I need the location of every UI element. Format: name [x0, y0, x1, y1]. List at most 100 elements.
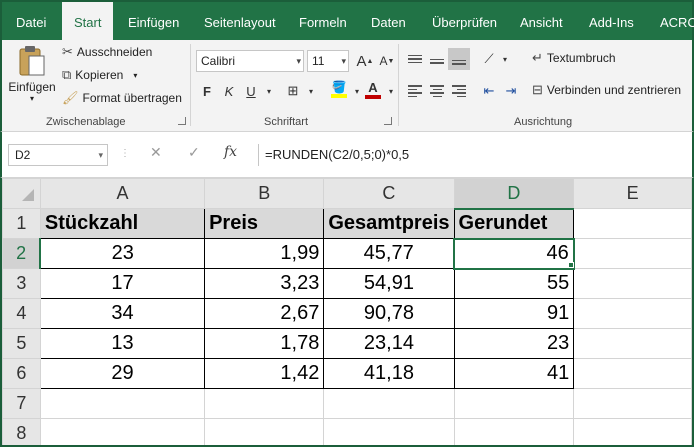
cell-d8[interactable] — [453, 418, 575, 445]
cell-b7[interactable] — [204, 388, 325, 419]
tab-add-ins[interactable]: Add-Ins — [589, 2, 634, 42]
cell-d2[interactable]: 46 — [453, 237, 575, 270]
cell-a5[interactable]: 13 — [39, 328, 206, 359]
cell-d3[interactable]: 55 — [453, 268, 575, 299]
tab-acro[interactable]: ACRO — [660, 2, 694, 42]
insert-function-icon[interactable]: fx — [224, 144, 237, 160]
font-group-label: Schriftart — [264, 116, 309, 128]
cell-d5[interactable]: 23 — [453, 328, 575, 359]
cell-d6[interactable]: 41 — [453, 358, 575, 389]
cell-e6[interactable] — [573, 358, 692, 389]
cell-c6[interactable]: 41,18 — [323, 358, 455, 389]
cell-e4[interactable] — [573, 298, 692, 329]
grow-font-icon[interactable]: A ▲ — [354, 50, 376, 72]
font-name-combo[interactable]: Calibri ▾ — [196, 50, 304, 72]
cell-b8[interactable] — [204, 418, 325, 445]
name-box[interactable]: D2 ▾ — [8, 144, 108, 166]
align-center-icon[interactable] — [426, 80, 448, 102]
tab-ansicht[interactable]: Ansicht — [520, 2, 563, 42]
shrink-font-icon[interactable]: A ▼ — [376, 50, 398, 72]
italic-button[interactable]: K — [218, 80, 240, 102]
column-header-c[interactable]: C — [323, 178, 455, 209]
cell-a3[interactable]: 17 — [39, 268, 206, 299]
row-header-4[interactable]: 4 — [2, 298, 41, 329]
cell-d1[interactable]: Gerundet — [453, 208, 575, 239]
separator — [190, 44, 191, 126]
cell-e8[interactable] — [573, 418, 692, 445]
align-middle-icon[interactable] — [426, 50, 448, 72]
cancel-icon[interactable]: ✕ — [150, 144, 162, 161]
tab-start[interactable]: Start — [62, 2, 114, 42]
column-header-e[interactable]: E — [573, 178, 692, 209]
cell-e1[interactable] — [573, 208, 692, 239]
row-header-6[interactable]: 6 — [2, 358, 41, 389]
enter-icon[interactable]: ✓ — [188, 144, 200, 161]
copy-button[interactable]: ⧉ Kopieren ▾ — [62, 67, 137, 83]
format-painter-button[interactable]: 🖌 Format übertragen — [62, 90, 182, 106]
fill-handle[interactable] — [568, 262, 574, 268]
align-right-icon[interactable] — [448, 80, 470, 102]
cut-button[interactable]: ✂ Ausschneiden — [62, 44, 152, 60]
cell-a8[interactable] — [39, 418, 206, 445]
cell-e7[interactable] — [573, 388, 692, 419]
row-header-8[interactable]: 8 — [2, 418, 41, 445]
font-size-combo[interactable]: 11 ▾ — [307, 50, 349, 72]
bold-button[interactable]: F — [196, 80, 218, 102]
column-header-a[interactable]: A — [39, 178, 206, 209]
tab-daten[interactable]: Daten — [371, 2, 406, 42]
cell-b5[interactable]: 1,78 — [204, 328, 325, 359]
select-all-corner[interactable] — [2, 178, 41, 209]
chevron-down-icon[interactable]: ▾ — [258, 80, 280, 102]
tab-einfuegen[interactable]: Einfügen — [128, 2, 179, 42]
formula-input[interactable]: =RUNDEN(C2/0,5;0)*0,5 — [258, 144, 692, 166]
cell-b1[interactable]: Preis — [204, 208, 325, 239]
cell-e5[interactable] — [573, 328, 692, 359]
decrease-indent-icon[interactable]: ⇤ — [478, 80, 500, 102]
cell-e2[interactable] — [573, 238, 692, 269]
paste-button[interactable]: Einfügen ▾ — [8, 44, 56, 103]
tab-datei[interactable]: Datei — [16, 2, 46, 42]
increase-indent-icon[interactable]: ⇥ — [500, 80, 522, 102]
cell-a6[interactable]: 29 — [39, 358, 206, 389]
cell-b4[interactable]: 2,67 — [204, 298, 325, 329]
cell-a4[interactable]: 34 — [39, 298, 206, 329]
cell-a7[interactable] — [39, 388, 206, 419]
cell-d7[interactable] — [453, 388, 575, 419]
cell-e3[interactable] — [573, 268, 692, 299]
row-header-2[interactable]: 2 — [2, 238, 42, 269]
cell-b6[interactable]: 1,42 — [204, 358, 325, 389]
cell-c5[interactable]: 23,14 — [323, 328, 455, 359]
row-header-5[interactable]: 5 — [2, 328, 41, 359]
wrap-text-button[interactable]: ↵ Textumbruch — [532, 50, 616, 66]
column-header-d[interactable]: D — [453, 178, 575, 210]
align-top-icon[interactable] — [404, 48, 426, 70]
row-header-1[interactable]: 1 — [2, 208, 41, 239]
align-bottom-icon[interactable] — [448, 48, 470, 70]
chevron-down-icon[interactable]: ▾ — [494, 48, 516, 70]
cell-a1[interactable]: Stückzahl — [39, 208, 206, 239]
ribbon-tabs: Datei Start Einfügen Seitenlayout Formel… — [0, 0, 694, 42]
font-dialog-launcher-icon[interactable] — [384, 117, 392, 125]
cell-c3[interactable]: 54,91 — [323, 268, 455, 299]
chevron-down-icon[interactable]: ▾ — [300, 80, 322, 102]
clipboard-icon — [19, 46, 45, 76]
cell-c7[interactable] — [323, 388, 455, 419]
cell-a2[interactable]: 23 — [39, 238, 206, 269]
cell-c1[interactable]: Gesamtpreis — [323, 208, 455, 239]
column-header-b[interactable]: B — [204, 178, 325, 209]
cell-d4[interactable]: 91 — [453, 298, 575, 329]
tab-formeln[interactable]: Formeln — [299, 2, 347, 42]
row-header-7[interactable]: 7 — [2, 388, 41, 419]
merge-center-button[interactable]: ⊟ Verbinden und zentrieren — [532, 82, 681, 98]
cell-b2[interactable]: 1,99 — [204, 238, 325, 269]
cell-c8[interactable] — [323, 418, 455, 445]
clipboard-dialog-launcher-icon[interactable] — [178, 117, 186, 125]
tab-ueberpruefen[interactable]: Überprüfen — [432, 2, 497, 42]
row-header-3[interactable]: 3 — [2, 268, 41, 299]
cell-c4[interactable]: 90,78 — [323, 298, 455, 329]
align-left-icon[interactable] — [404, 80, 426, 102]
sheet-table: A B C D E 1 Stückzahl Preis Gesamtpreis … — [2, 178, 692, 445]
cell-b3[interactable]: 3,23 — [204, 268, 325, 299]
tab-seitenlayout[interactable]: Seitenlayout — [204, 2, 276, 42]
cell-c2[interactable]: 45,77 — [323, 238, 455, 269]
